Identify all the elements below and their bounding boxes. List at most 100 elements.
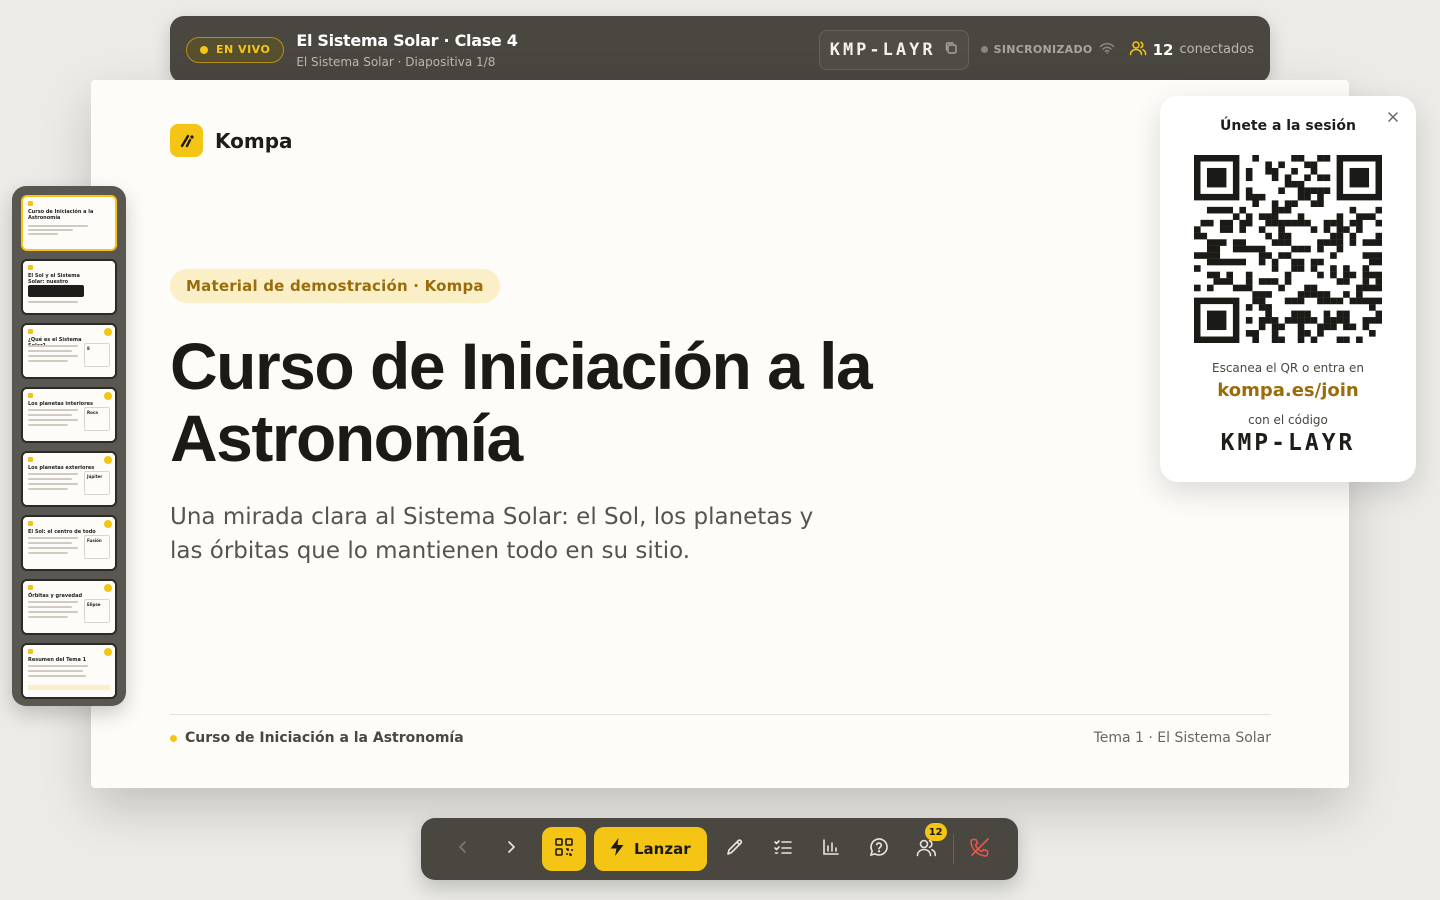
thumbnail-logo bbox=[28, 265, 33, 270]
session-subtitle: El Sistema Solar · Diapositiva 1/8 bbox=[296, 54, 496, 69]
quiz-button[interactable] bbox=[761, 827, 805, 871]
thumbnail-logo bbox=[28, 201, 33, 206]
thumbnail-text-line bbox=[28, 229, 73, 231]
launch-label: Lanzar bbox=[634, 840, 691, 858]
users-icon bbox=[1129, 40, 1147, 60]
slide-thumbnail[interactable]: Los planetas interiores Roca bbox=[21, 387, 117, 443]
help-icon bbox=[869, 837, 889, 861]
live-dot bbox=[200, 45, 208, 54]
join-hint: Escanea el QR o entra en bbox=[1211, 361, 1364, 375]
join-session-card: Únete a la sesión Escanea el QR o entra … bbox=[1160, 96, 1416, 482]
thumbnail-activity-dot bbox=[104, 328, 112, 336]
toolbar-divider bbox=[952, 834, 954, 864]
connected-label: conectados bbox=[1179, 42, 1254, 57]
copy-icon[interactable] bbox=[944, 40, 958, 59]
next-slide-button[interactable] bbox=[489, 827, 533, 871]
kompa-logo-icon bbox=[170, 124, 203, 157]
slide-thumbnail[interactable]: ¿Qué es el Sistema Solar?8 bbox=[21, 323, 117, 379]
thumbnail-text-line bbox=[28, 611, 78, 613]
thumbnail-text-line bbox=[28, 670, 83, 672]
thumbnail-activity-dot bbox=[104, 520, 112, 528]
join-url[interactable]: kompa.es/join bbox=[1160, 380, 1416, 401]
thumbnail-logo bbox=[28, 393, 33, 398]
end-call-icon bbox=[969, 836, 991, 862]
connected-count: 12 bbox=[1152, 40, 1174, 59]
thumbnail-text-line bbox=[28, 350, 72, 352]
bolt-icon bbox=[608, 837, 626, 861]
slide-headline: Curso de Iniciación a la Astronomía bbox=[170, 329, 873, 475]
join-code: KMP-LAYR bbox=[1220, 430, 1356, 456]
thumbnail-text-line bbox=[28, 537, 78, 539]
wifi-icon bbox=[1099, 42, 1115, 57]
slide-thumbnail[interactable]: Los planetas exteriores Júpiter bbox=[21, 451, 117, 507]
slide-thumbnail[interactable]: Curso de Iniciación a la Astronomía bbox=[21, 195, 117, 251]
thumbnail-activity-dot bbox=[104, 648, 112, 656]
connected-users[interactable]: 12 conectados bbox=[1129, 40, 1254, 60]
slide-thumbnail[interactable]: Órbitas y gravedad Elipse bbox=[21, 579, 117, 635]
poll-results-button[interactable] bbox=[809, 827, 853, 871]
join-with-code-label: con el código bbox=[1248, 413, 1328, 427]
thumbnail-text-line bbox=[28, 360, 68, 362]
qr-icon bbox=[554, 837, 574, 861]
thumbnail-text-line bbox=[28, 542, 72, 544]
thumbnail-text-line bbox=[28, 355, 78, 357]
session-title: El Sistema Solar · Clase 4 bbox=[296, 30, 518, 50]
sync-status: SINCRONIZADO bbox=[980, 42, 1115, 57]
thumbnail-card: Júpiter bbox=[84, 471, 110, 495]
thumbnail-logo bbox=[28, 585, 33, 590]
thumbnail-logo bbox=[28, 649, 33, 654]
annotate-button[interactable] bbox=[713, 827, 757, 871]
participants-badge: 12 bbox=[924, 823, 947, 841]
live-status-badge: EN VIVO bbox=[186, 36, 285, 63]
thumbnail-text-line bbox=[28, 488, 68, 490]
thumbnail-text-line bbox=[28, 606, 72, 608]
thumbnail-text-line bbox=[28, 483, 78, 485]
thumbnail-text-line bbox=[28, 478, 72, 480]
thumbnail-logo bbox=[28, 521, 33, 526]
questions-button[interactable] bbox=[857, 827, 901, 871]
thumbnail-text-line bbox=[28, 233, 58, 235]
session-titles: El Sistema Solar · Clase 4 El Sistema So… bbox=[296, 30, 518, 69]
thumbnail-logo bbox=[28, 329, 33, 334]
thumbnail-title: Resumen del Tema 1 bbox=[28, 657, 87, 663]
sync-dot bbox=[980, 46, 988, 53]
pencil-icon bbox=[725, 837, 745, 861]
footer-dot bbox=[170, 734, 177, 742]
thumbnail-text-line bbox=[28, 345, 78, 347]
qr-code bbox=[1194, 155, 1382, 343]
thumbnail-text-line bbox=[28, 547, 78, 549]
previous-slide-button[interactable] bbox=[441, 827, 485, 871]
thumbnail-text-line bbox=[28, 601, 78, 603]
thumbnail-code-block bbox=[28, 285, 84, 297]
thumbnail-logo bbox=[28, 457, 33, 462]
thumbnail-text-line bbox=[28, 424, 68, 426]
thumbnail-activity-dot bbox=[104, 584, 112, 592]
thumbnail-text-line bbox=[28, 409, 78, 411]
thumbnail-text-line bbox=[28, 225, 88, 227]
thumbnail-text-line bbox=[28, 675, 86, 677]
footer-course-label: Curso de Iniciación a la Astronomía bbox=[185, 730, 464, 746]
session-code: KMP-LAYR bbox=[829, 39, 936, 60]
slide-thumbnail[interactable]: El Sol y el Sistema Solar: nuestro vecin… bbox=[21, 259, 117, 315]
session-code-box[interactable]: KMP-LAYR bbox=[818, 29, 969, 70]
checklist-icon bbox=[773, 837, 793, 861]
slide-footer-course: Curso de Iniciación a la Astronomía bbox=[170, 730, 464, 746]
slide-thumbnails: Curso de Iniciación a la Astronomía El So… bbox=[12, 186, 126, 706]
thumbnail-note bbox=[28, 685, 110, 690]
participants-button[interactable]: 12 bbox=[905, 823, 949, 871]
live-label: EN VIVO bbox=[216, 43, 271, 56]
thumbnail-title: Curso de Iniciación a la Astronomía bbox=[28, 209, 94, 221]
footer-divider bbox=[170, 714, 1271, 715]
thumbnail-card: Roca bbox=[84, 407, 110, 431]
show-qr-button[interactable] bbox=[542, 827, 586, 871]
launch-button[interactable]: Lanzar bbox=[594, 827, 707, 871]
brand: Kompa bbox=[170, 124, 293, 157]
chevron-left-icon bbox=[455, 839, 471, 859]
slide-lede: Una mirada clara al Sistema Solar: el So… bbox=[170, 504, 814, 564]
slide-thumbnail[interactable]: El Sol: el centro de todo Fusión bbox=[21, 515, 117, 571]
chevron-right-icon bbox=[503, 839, 519, 859]
end-session-button[interactable] bbox=[958, 827, 1002, 871]
thumbnail-text-line bbox=[28, 616, 68, 618]
slide-thumbnail[interactable]: Resumen del Tema 1 bbox=[21, 643, 117, 699]
thumbnail-activity-dot bbox=[104, 456, 112, 464]
